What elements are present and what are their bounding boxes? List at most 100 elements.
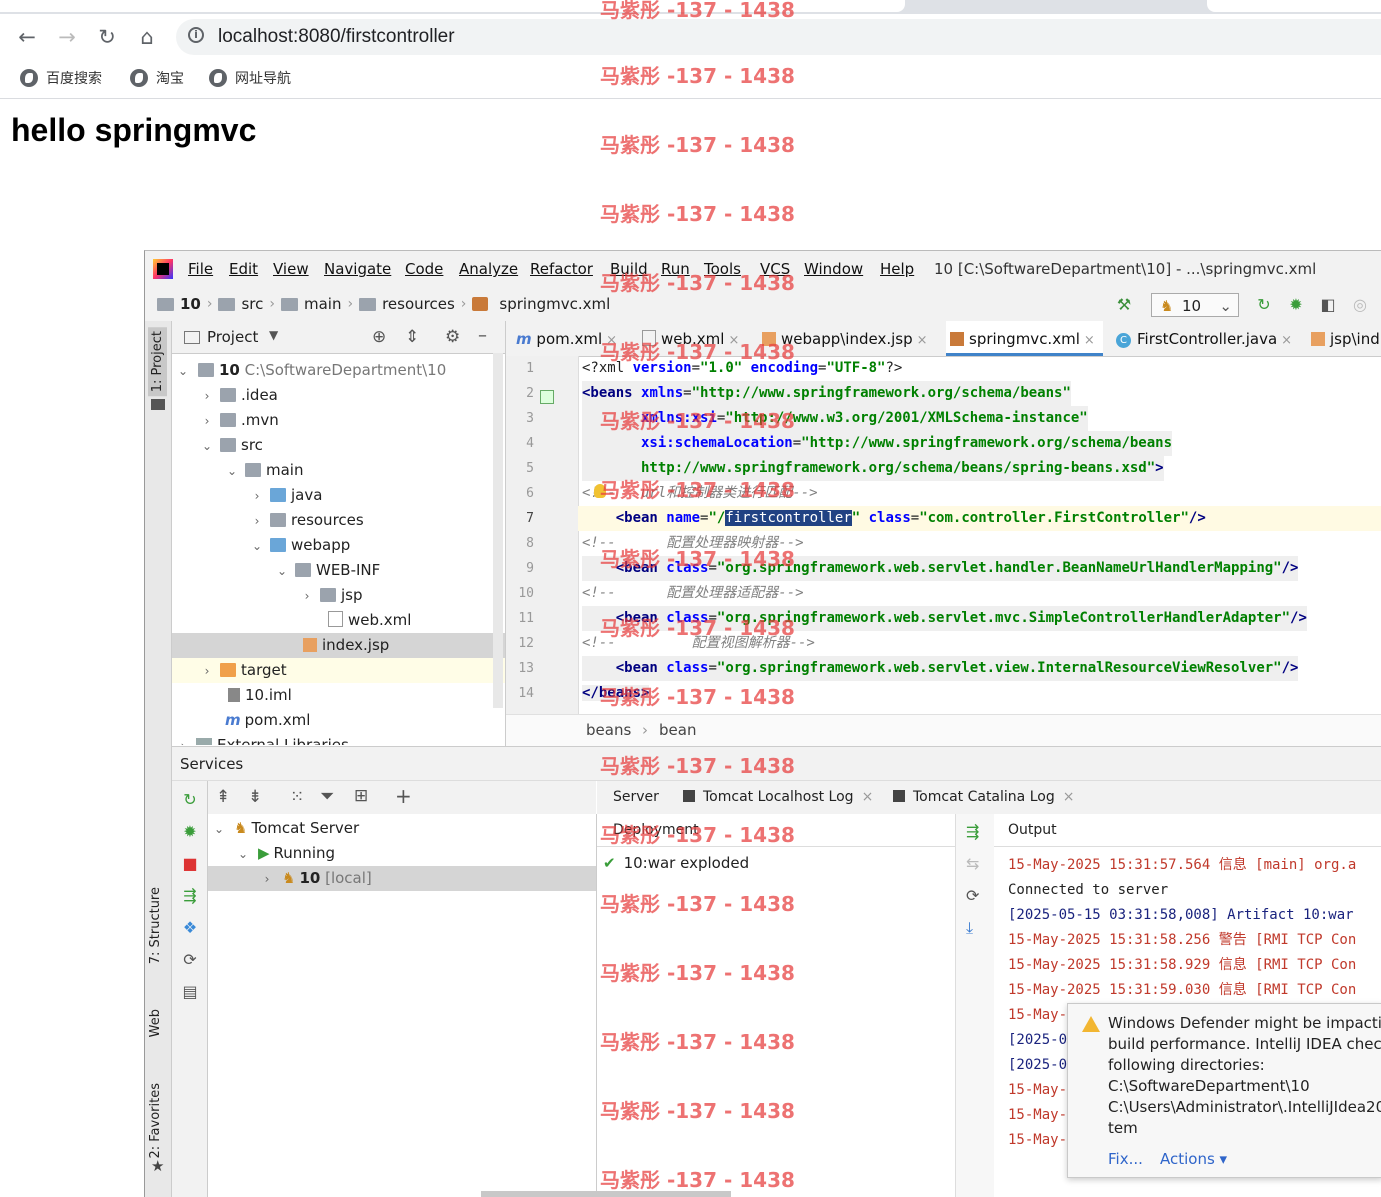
tree-item-external-libraries[interactable]: ›External Libraries <box>172 733 505 745</box>
tree-item-idea[interactable]: › .idea <box>172 383 505 408</box>
group-icon[interactable]: ⁙ <box>290 787 304 807</box>
locate-target-icon[interactable]: ⊕ <box>372 327 386 347</box>
menu-refactor[interactable]: Refactor <box>530 260 593 278</box>
tree-item-java[interactable]: › java <box>172 483 505 508</box>
breadcrumb-beans[interactable]: beans <box>586 721 631 739</box>
menu-analyze[interactable]: Analyze <box>459 260 518 278</box>
tree-item-web-inf[interactable]: ⌄ WEB-INF <box>172 558 505 583</box>
menu-navigate[interactable]: Navigate <box>324 260 391 278</box>
breadcrumb-src[interactable]: src <box>241 295 263 313</box>
fix-link[interactable]: Fix... <box>1108 1150 1143 1168</box>
minimize-icon[interactable]: – <box>478 325 487 346</box>
menu-edit[interactable]: Edit <box>229 260 258 278</box>
breadcrumb-resources[interactable]: resources <box>382 295 455 313</box>
caret-down-icon[interactable]: ▼ <box>269 328 278 342</box>
deploy-icon[interactable]: ⇶ <box>966 822 979 841</box>
service-running[interactable]: ⌄ ▶ Running <box>208 841 596 866</box>
breadcrumb-main[interactable]: main <box>304 295 341 313</box>
tab-tomcat-catalina-log[interactable]: Tomcat Catalina Log × <box>893 781 1074 814</box>
deployment-item[interactable]: ✔ 10:war exploded <box>603 854 749 872</box>
service-10-local[interactable]: › ♞ 10 [local] <box>208 866 596 891</box>
bookmark-baidu[interactable]: 百度搜索 <box>20 68 102 88</box>
tool-tab-web[interactable]: Web <box>148 1009 163 1037</box>
browser-tab[interactable] <box>1207 0 1381 12</box>
output-line: 15-May-2025 15:31:58.929 信息 [RMI TCP Con <box>1008 957 1357 973</box>
tool-tab-project[interactable]: 1: Project <box>148 327 167 397</box>
refresh-icon[interactable]: ⟳ <box>180 950 200 970</box>
stop-icon[interactable]: ■ <box>180 854 200 874</box>
tree-item-src[interactable]: ⌄ src <box>172 433 505 458</box>
bookmark-taobao[interactable]: 淘宝 <box>130 68 184 88</box>
close-icon[interactable]: × <box>1084 333 1095 348</box>
selected-text[interactable]: firstcontroller <box>725 510 852 526</box>
tree-item-index-jsp[interactable]: index.jsp <box>172 633 505 658</box>
profile-icon[interactable]: ◎ <box>1351 296 1369 314</box>
breadcrumb-file[interactable]: springmvc.xml <box>499 295 610 313</box>
build-hammer-icon[interactable]: ⚒ <box>1115 296 1133 314</box>
menu-file[interactable]: File <box>188 260 213 278</box>
refresh-icon[interactable]: ⟳ <box>966 886 979 905</box>
coverage-icon[interactable]: ◧ <box>1319 296 1337 314</box>
scrollbar[interactable] <box>493 353 503 708</box>
menu-window[interactable]: Window <box>804 260 863 278</box>
watermark: 马紫彤 -137 - 1438 <box>600 202 795 226</box>
close-icon[interactable]: × <box>1063 789 1075 805</box>
tab-server[interactable]: Server <box>613 781 659 814</box>
service-tomcat-server[interactable]: ⌄ ♞ Tomcat Server <box>208 816 596 841</box>
filter-icon[interactable]: ⏷ <box>320 786 334 807</box>
url-text[interactable]: localhost:8080/firstcontroller <box>218 26 455 48</box>
tree-item-resources[interactable]: › resources <box>172 508 505 533</box>
address-bar[interactable]: i localhost:8080/firstcontroller <box>176 19 1381 55</box>
rerun-icon[interactable]: ↻ <box>1255 296 1273 314</box>
spring-bean-gutter-icon[interactable] <box>540 390 554 404</box>
tree-item-iml[interactable]: 10.iml <box>172 683 505 708</box>
tree-item-mvn[interactable]: › .mvn <box>172 408 505 433</box>
close-icon[interactable]: × <box>917 333 928 348</box>
menu-code[interactable]: Code <box>405 260 443 278</box>
tree-item-web-xml[interactable]: web.xml <box>172 608 505 633</box>
menu-help[interactable]: Help <box>880 260 914 278</box>
tab-jsp-index[interactable]: jsp\ind <box>1311 321 1380 356</box>
collapse-all-icon[interactable]: ⇕ <box>405 327 419 347</box>
add-icon[interactable]: + <box>395 784 412 808</box>
tree-item-webapp[interactable]: ⌄ webapp <box>172 533 505 558</box>
run-configuration-selector[interactable]: 10 ♞ ⌄ <box>1151 293 1239 317</box>
forward-arrow-icon[interactable]: → <box>54 24 80 50</box>
site-info-icon[interactable]: i <box>188 27 204 43</box>
breadcrumb-project[interactable]: 10 <box>180 295 201 313</box>
expand-all-icon[interactable]: ⇞ <box>216 787 230 807</box>
tree-item-target[interactable]: › target <box>172 658 505 683</box>
deploy-icon[interactable]: ⇶ <box>180 886 200 906</box>
debug-bug-icon[interactable]: ✹ <box>180 822 200 842</box>
debug-bug-icon[interactable]: ✹ <box>1287 296 1305 314</box>
breadcrumb-bean[interactable]: bean <box>659 721 696 739</box>
tab-tomcat-localhost-log[interactable]: Tomcat Localhost Log × <box>683 781 873 814</box>
tool-tab-favorites[interactable]: 2: Favorites <box>148 1083 163 1159</box>
undeploy-icon[interactable]: ⇆ <box>966 854 979 873</box>
tree-item-10[interactable]: ⌄ 10 C:\SoftwareDepartment\10 <box>172 358 505 383</box>
tree-item-jsp[interactable]: › jsp <box>172 583 505 608</box>
close-icon[interactable]: × <box>1281 333 1292 348</box>
menu-view[interactable]: View <box>273 260 309 278</box>
tab-springmvc-xml[interactable]: springmvc.xml × <box>946 321 1103 356</box>
collapse-all-icon[interactable]: ⇟ <box>248 787 262 807</box>
bookmark-nav[interactable]: 网址导航 <box>209 68 291 88</box>
chevron-down-icon: ⌄ <box>1219 297 1232 315</box>
project-view-selector[interactable]: Project <box>207 328 258 346</box>
gear-icon[interactable]: ⚙ <box>445 327 460 347</box>
new-service-icon[interactable]: ⊞ <box>354 786 368 806</box>
layout-icon[interactable]: ▤ <box>180 982 200 1002</box>
rerun-icon[interactable]: ↻ <box>180 790 200 810</box>
artifact-icon[interactable]: ❖ <box>180 918 200 938</box>
reload-icon[interactable]: ↻ <box>94 24 120 50</box>
watermark: 马紫彤 -137 - 1438 <box>600 685 795 709</box>
tab-first-controller-java[interactable]: C FirstController.java × <box>1116 321 1292 356</box>
home-icon[interactable]: ⌂ <box>134 24 160 50</box>
tree-item-main[interactable]: ⌄ main <box>172 458 505 483</box>
tree-item-pom-xml[interactable]: m pom.xml <box>172 708 505 733</box>
close-icon[interactable]: × <box>862 789 874 805</box>
download-icon[interactable]: ⤓ <box>966 918 973 938</box>
tool-tab-structure[interactable]: 7: Structure <box>148 887 163 964</box>
actions-link[interactable]: Actions ▾ <box>1160 1150 1227 1168</box>
back-arrow-icon[interactable]: ← <box>14 24 40 50</box>
